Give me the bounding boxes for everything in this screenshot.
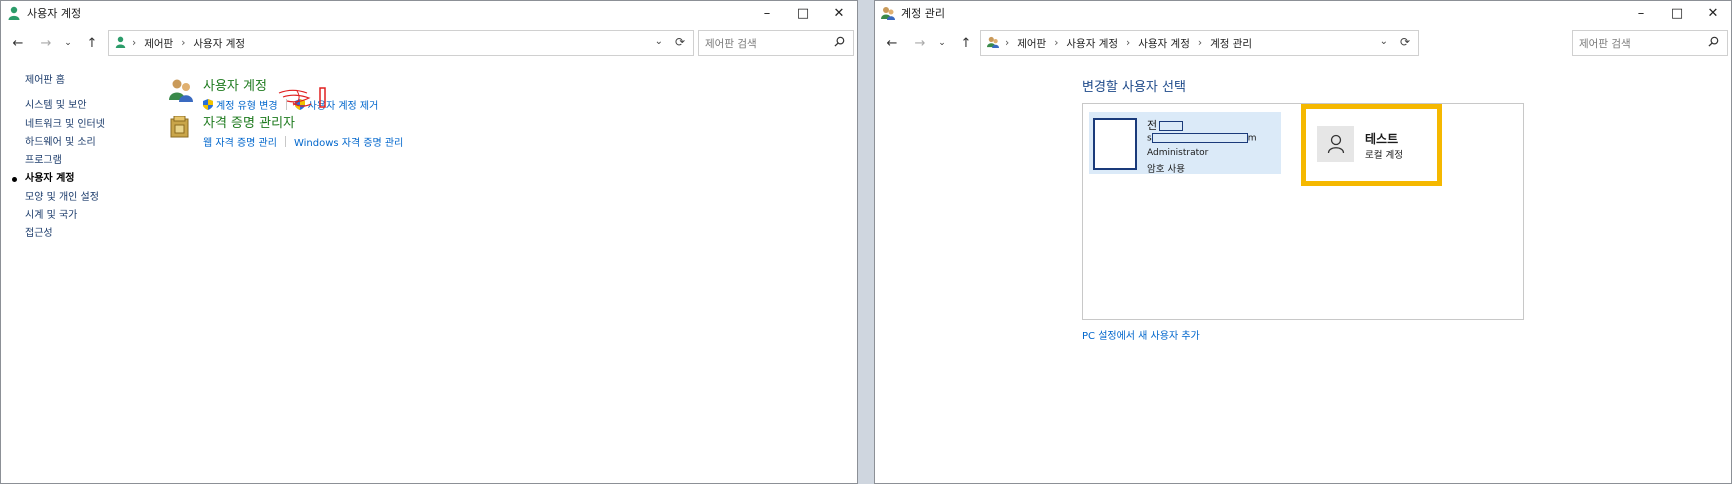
chevron-down-icon[interactable]: ⌄ — [1380, 36, 1388, 47]
account-password-status: 암호 사용 — [1147, 164, 1185, 175]
maximize-button[interactable]: □ — [785, 1, 821, 25]
up-icon[interactable]: ↑ — [957, 30, 975, 56]
credential-manager-icon — [170, 115, 190, 141]
search-icon[interactable] — [1708, 36, 1719, 50]
account-list: 전 sm Administrator 암호 사용 테스트 로컬 계정 — [1082, 103, 1524, 320]
redaction-box — [1151, 133, 1248, 143]
category-title-credential-manager[interactable]: 자격 증명 관리자 — [203, 112, 403, 131]
user-accounts-window: 사용자 계정 – □ ✕ ← → ⌄ ↑ › 제어판 › 사용자 계정 ⌄ ⟳ … — [0, 0, 858, 484]
recent-locations-chevron-icon[interactable]: ⌄ — [59, 30, 77, 56]
search-icon[interactable] — [834, 36, 845, 50]
address-bar[interactable]: › 제어판 › 사용자 계정 › 사용자 계정 › 계정 관리 ⌄ ⟳ — [980, 30, 1419, 56]
sidebar-item-programs[interactable]: 프로그램 — [25, 152, 105, 170]
breadcrumb-control-panel[interactable]: 제어판 — [1017, 36, 1046, 51]
title-bar: 사용자 계정 – □ ✕ — [1, 1, 857, 25]
link-divider — [284, 136, 286, 147]
redaction-box — [1159, 121, 1184, 131]
close-button[interactable]: ✕ — [1695, 1, 1731, 25]
account-name: 테스트 — [1365, 132, 1399, 146]
up-icon[interactable]: ↑ — [83, 30, 101, 56]
sidebar-item-network-internet[interactable]: 네트워크 및 인터넷 — [25, 116, 105, 134]
user-accounts-category-icon — [168, 78, 194, 105]
breadcrumb-control-panel[interactable]: 제어판 — [144, 36, 173, 51]
forward-icon[interactable]: → — [911, 30, 929, 56]
breadcrumb-user-accounts-2[interactable]: 사용자 계정 — [1138, 36, 1190, 51]
avatar — [1093, 118, 1137, 170]
window-title: 계정 관리 — [901, 7, 945, 20]
back-icon[interactable]: ← — [9, 30, 27, 56]
account-tile-administrator[interactable]: 전 sm Administrator 암호 사용 — [1089, 112, 1281, 175]
breadcrumb-user-accounts[interactable]: 사용자 계정 — [193, 36, 245, 51]
user-accounts-icon — [115, 36, 126, 51]
account-email: sm — [1147, 133, 1257, 144]
address-bar[interactable]: › 제어판 › 사용자 계정 ⌄ ⟳ — [108, 30, 694, 56]
sidebar-item-clock-region[interactable]: 시계 및 국가 — [25, 207, 105, 225]
chevron-right-icon: › — [132, 37, 137, 49]
manage-accounts-icon — [987, 36, 999, 51]
account-type: 로컬 계정 — [1365, 150, 1403, 161]
search-placeholder: 제어판 검색 — [705, 37, 757, 50]
account-role: Administrator — [1147, 148, 1209, 158]
window-title: 사용자 계정 — [27, 7, 82, 20]
close-button[interactable]: ✕ — [821, 1, 857, 25]
refresh-icon[interactable]: ⟳ — [1400, 35, 1410, 49]
shield-icon — [203, 99, 213, 110]
manage-accounts-window: 계정 관리 – □ ✕ ← → ⌄ ↑ › 제어판 › 사용자 계정 › 사용자… — [874, 0, 1732, 484]
pointing-hand-annotation-icon — [278, 87, 326, 108]
change-account-type-link[interactable]: 계정 유형 변경 — [216, 97, 278, 112]
sidebar-item-accessibility[interactable]: 접근성 — [25, 225, 105, 243]
category-credential-manager: 자격 증명 관리자 웹 자격 증명 관리 Windows 자격 증명 관리 — [203, 112, 403, 149]
breadcrumb-user-accounts[interactable]: 사용자 계정 — [1066, 36, 1118, 51]
forward-icon[interactable]: → — [37, 30, 55, 56]
add-user-in-pc-settings-link[interactable]: PC 설정에서 새 사용자 추가 — [1082, 327, 1200, 342]
refresh-icon[interactable]: ⟳ — [675, 35, 685, 49]
manage-accounts-icon — [881, 6, 895, 20]
account-name: 전 — [1147, 117, 1184, 133]
user-accounts-icon — [7, 6, 21, 20]
maximize-button[interactable]: □ — [1659, 1, 1695, 25]
sidebar-item-appearance[interactable]: 모양 및 개인 설정 — [25, 189, 105, 207]
search-placeholder: 제어판 검색 — [1579, 37, 1631, 50]
chevron-right-icon: › — [181, 37, 186, 49]
minimize-button[interactable]: – — [749, 1, 785, 25]
recent-locations-chevron-icon[interactable]: ⌄ — [933, 30, 951, 56]
search-input[interactable]: 제어판 검색 — [698, 30, 854, 56]
search-input[interactable]: 제어판 검색 — [1572, 30, 1728, 56]
account-tile-test[interactable]: 테스트 로컬 계정 — [1301, 104, 1442, 186]
page-heading: 변경할 사용자 선택 — [1082, 80, 1186, 95]
chevron-right-icon: › — [1197, 37, 1203, 49]
sidebar-item-system-security[interactable]: 시스템 및 보안 — [25, 97, 105, 115]
chevron-right-icon: › — [1054, 37, 1059, 49]
sidebar-item-control-panel-home[interactable]: 제어판 홈 — [25, 72, 105, 90]
chevron-right-icon: › — [1126, 37, 1131, 49]
sidebar: 제어판 홈 시스템 및 보안 네트워크 및 인터넷 하드웨어 및 소리 프로그램… — [12, 72, 105, 244]
manage-windows-credentials-link[interactable]: Windows 자격 증명 관리 — [294, 134, 403, 149]
breadcrumb-manage-accounts[interactable]: 계정 관리 — [1210, 36, 1252, 51]
sidebar-item-user-accounts[interactable]: 사용자 계정 — [12, 170, 105, 188]
chevron-right-icon: › — [1005, 37, 1010, 49]
minimize-button[interactable]: – — [1623, 1, 1659, 25]
chevron-down-icon[interactable]: ⌄ — [655, 36, 663, 47]
title-bar: 계정 관리 – □ ✕ — [875, 1, 1731, 25]
user-avatar-icon — [1317, 126, 1354, 162]
manage-web-credentials-link[interactable]: 웹 자격 증명 관리 — [203, 134, 277, 149]
sidebar-item-hardware-sound[interactable]: 하드웨어 및 소리 — [25, 134, 105, 152]
back-icon[interactable]: ← — [883, 30, 901, 56]
